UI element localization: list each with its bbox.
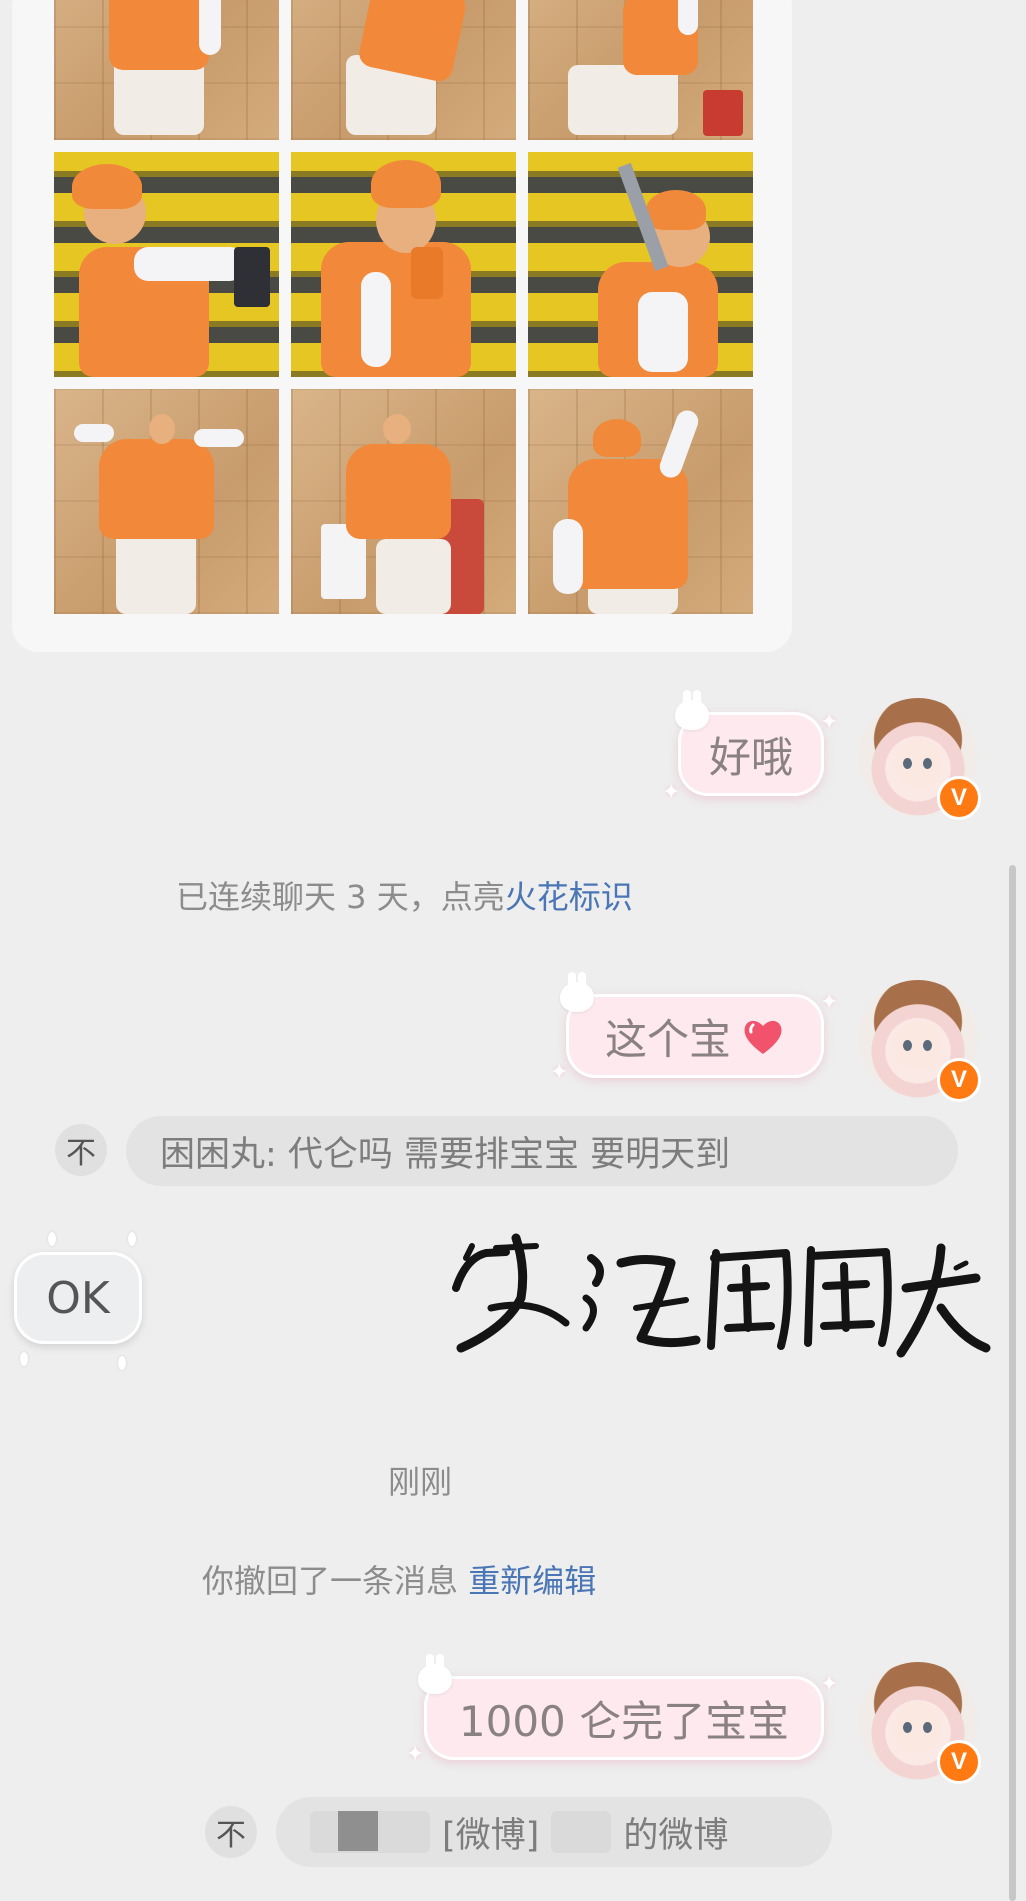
photo-thumbnail[interactable] <box>291 389 516 614</box>
weibo-tag: [微博] <box>442 1815 540 1856</box>
droplet-decoration-icon <box>20 1352 28 1366</box>
redacted-block <box>310 1811 430 1853</box>
spark-badge-link[interactable]: 火花标识 <box>505 878 633 916</box>
droplet-decoration-icon <box>128 1232 136 1246</box>
calligraphy-sticker[interactable] <box>446 1228 992 1378</box>
quoted-message[interactable]: [微博] 的微博 <box>276 1797 832 1867</box>
scrollbar[interactable] <box>1009 865 1016 1901</box>
photo-thumbnail[interactable] <box>528 152 753 377</box>
photo-thumbnail[interactable] <box>528 389 753 614</box>
ok-sticker[interactable]: OK <box>14 1252 142 1344</box>
sparkle-icon: ✦ <box>820 710 839 735</box>
verified-badge-icon: V <box>937 1058 981 1102</box>
redacted-block <box>551 1811 612 1853</box>
recall-text: 你撤回了一条消息 <box>202 1562 459 1600</box>
quoted-suffix: 的微博 <box>623 1815 729 1856</box>
verified-badge-icon: V <box>937 1740 981 1784</box>
photo-thumbnail[interactable] <box>54 0 279 140</box>
message-text: 1000 仑完了宝宝 <box>458 1696 790 1746</box>
quote-jump-icon[interactable]: 不 <box>55 1124 107 1176</box>
droplet-decoration-icon <box>118 1356 126 1370</box>
verified-badge-icon: V <box>937 776 981 820</box>
photo-thumbnail[interactable] <box>54 152 279 377</box>
bunny-decoration-icon <box>675 690 709 730</box>
photo-thumbnail[interactable] <box>291 152 516 377</box>
quote-jump-icon[interactable]: 不 <box>205 1806 257 1858</box>
bunny-decoration-icon <box>560 972 594 1012</box>
quoted-message[interactable]: 困困丸: 代仑吗 需要排宝宝 要明天到 <box>126 1116 958 1186</box>
photo-thumbnail[interactable] <box>291 0 516 140</box>
timestamp-label: 刚刚 <box>388 1463 453 1501</box>
message-bubble[interactable]: 1000 仑完了宝宝 <box>424 1676 824 1760</box>
quoted-text: 困困丸: 代仑吗 需要排宝宝 要明天到 <box>160 1134 731 1175</box>
droplet-decoration-icon <box>48 1232 56 1246</box>
message-text: 这个宝 <box>604 1014 731 1064</box>
re-edit-link[interactable]: 重新编辑 <box>468 1562 596 1600</box>
sparkle-icon: ✦ <box>662 780 681 805</box>
photo-thumbnail[interactable] <box>54 389 279 614</box>
sparkle-icon: ✦ <box>820 990 839 1015</box>
message-text: 好哦 <box>708 732 793 782</box>
bunny-decoration-icon <box>418 1654 452 1694</box>
recall-notice: 你撤回了一条消息 重新编辑 <box>202 1556 596 1602</box>
message-bubble[interactable]: 这个宝 <box>566 994 824 1078</box>
sparkle-icon: ✦ <box>820 1672 839 1697</box>
sparkle-icon: ✦ <box>550 1060 569 1085</box>
photo-thumbnail[interactable] <box>528 0 753 140</box>
sticker-text: OK <box>46 1272 110 1324</box>
streak-notice: 已连续聊天 3 天，点亮火花标识 <box>176 872 633 918</box>
streak-text: 已连续聊天 3 天，点亮 <box>176 878 505 916</box>
sparkle-icon: ✦ <box>406 1742 425 1767</box>
heart-emoji-icon <box>741 1016 785 1056</box>
